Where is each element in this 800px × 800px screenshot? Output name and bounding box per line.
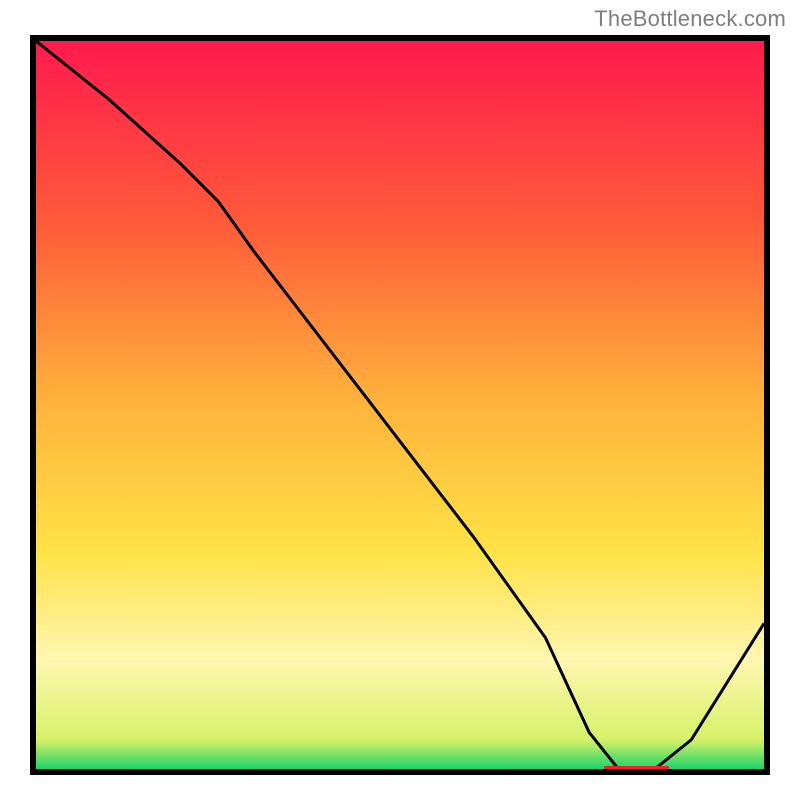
bottleneck-curve (36, 41, 764, 769)
chart-container: TheBottleneck.com (0, 0, 800, 800)
curve-path (36, 41, 764, 769)
watermark-text: TheBottleneck.com (594, 6, 786, 32)
optimal-range-marker (604, 766, 670, 769)
plot-area (30, 35, 770, 775)
